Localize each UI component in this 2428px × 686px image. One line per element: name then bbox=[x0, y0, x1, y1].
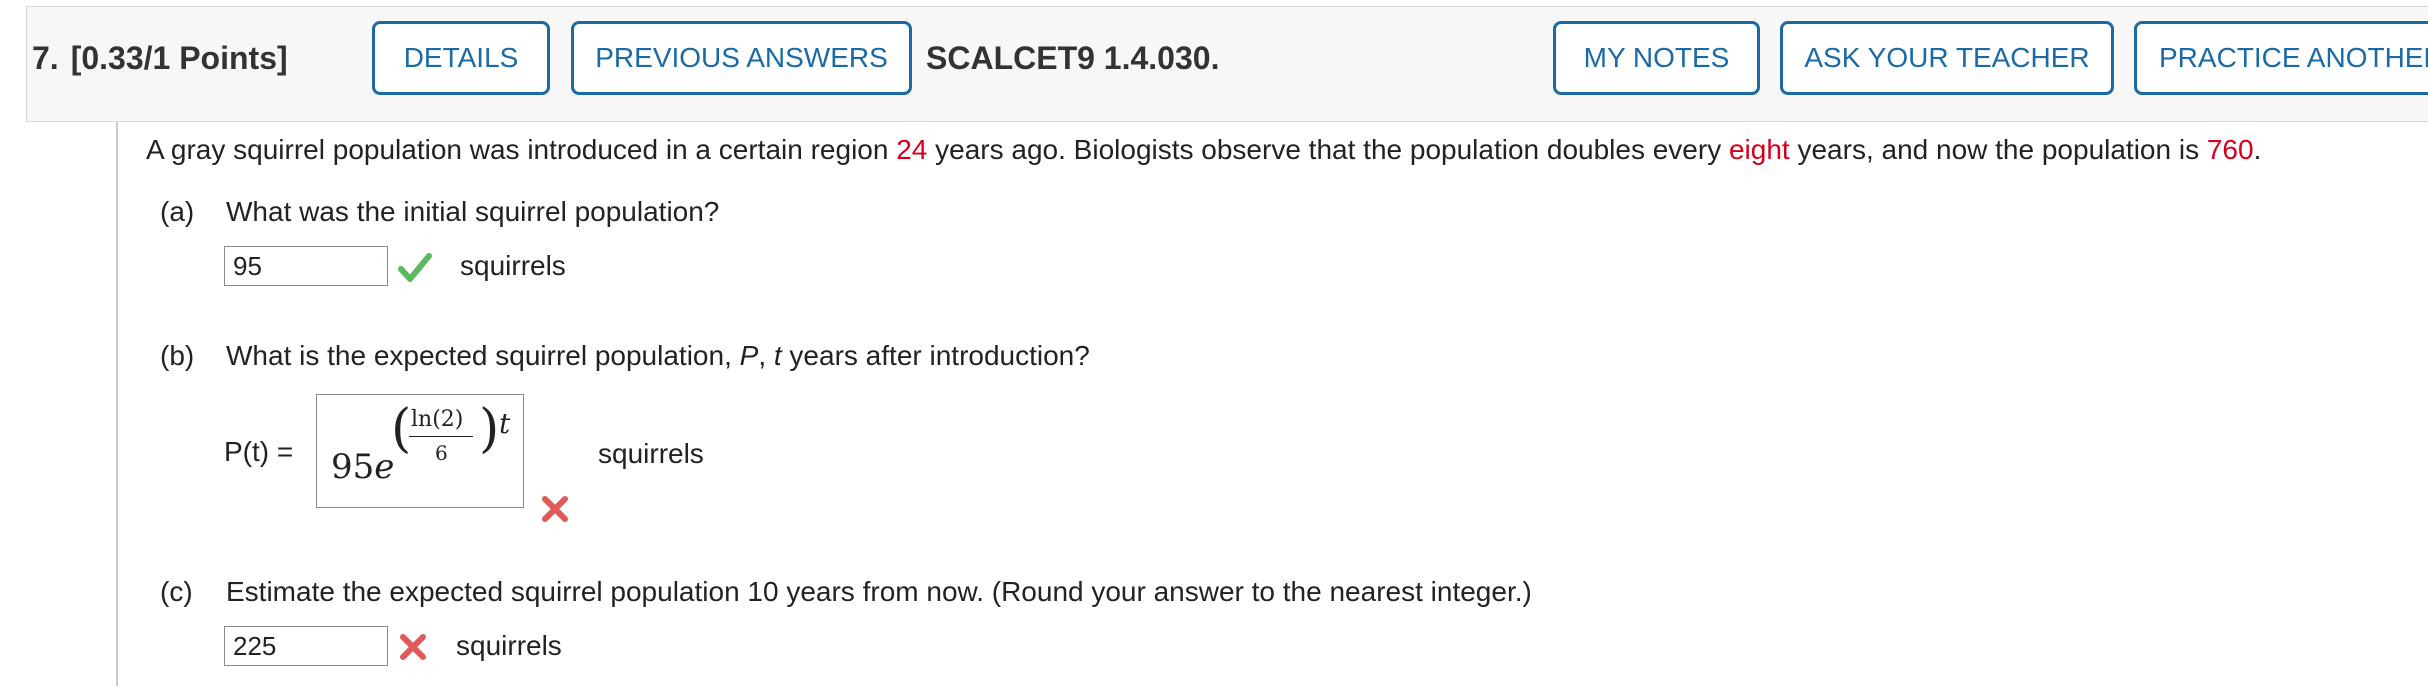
fraction-bar bbox=[409, 436, 473, 437]
var-t: t bbox=[773, 340, 782, 371]
incorrect-x-icon bbox=[542, 496, 568, 522]
var-p: P bbox=[739, 340, 759, 371]
problem-text: years, and now the population is bbox=[1789, 134, 2207, 165]
problem-statement: A gray squirrel population was introduce… bbox=[146, 134, 2261, 166]
exponent-denominator: 6 bbox=[435, 441, 448, 465]
problem-text: years ago. Biologists observe that the p… bbox=[927, 134, 1729, 165]
part-b-text: , bbox=[758, 340, 774, 371]
part-a-text: What was the initial squirrel population… bbox=[226, 196, 720, 227]
left-paren: ( bbox=[391, 399, 412, 459]
function-label: P(t) = bbox=[224, 436, 294, 467]
incorrect-x-icon bbox=[400, 634, 426, 660]
part-c-answer-input[interactable]: 225 bbox=[224, 626, 388, 666]
current-population-value: 760 bbox=[2206, 134, 2254, 165]
my-notes-button[interactable]: MY NOTES bbox=[1553, 21, 1760, 95]
part-b-text: What is the expected squirrel population… bbox=[226, 340, 740, 371]
right-paren: ) bbox=[479, 399, 500, 459]
part-c-unit: squirrels bbox=[456, 630, 562, 661]
problem-text: A gray squirrel population was introduce… bbox=[146, 134, 897, 165]
part-c-question: (c) Estimate the expected squirrel popula… bbox=[160, 576, 1532, 608]
part-a-letter: (a) bbox=[160, 196, 195, 227]
math-coefficient: 95e bbox=[331, 447, 394, 487]
part-c-letter: (c) bbox=[160, 576, 193, 607]
practice-another-button[interactable]: PRACTICE ANOTHER bbox=[2134, 21, 2428, 95]
exponent-variable: t bbox=[499, 407, 511, 440]
exponent-numerator: ln(2) bbox=[411, 407, 464, 432]
correct-check-icon bbox=[398, 253, 432, 282]
doubling-period-value: eight bbox=[1728, 134, 1790, 165]
points-score: [0.33/1 Points] bbox=[70, 40, 288, 76]
ask-your-teacher-button[interactable]: ASK YOUR TEACHER bbox=[1780, 21, 2114, 95]
problem-code: SCALCET9 1.4.030. bbox=[926, 40, 1220, 76]
part-b-letter: (b) bbox=[160, 340, 195, 371]
years-ago-value: 24 bbox=[896, 134, 928, 165]
content-left-rule bbox=[116, 122, 118, 686]
problem-text: . bbox=[2253, 134, 2262, 165]
part-c-text: Estimate the expected squirrel populatio… bbox=[226, 576, 1532, 607]
question-number: 7. [0.33/1 Points] bbox=[32, 40, 288, 77]
part-b-question: (b) What is the expected squirrel populat… bbox=[160, 340, 1090, 372]
part-a-unit: squirrels bbox=[460, 250, 566, 281]
coefficient-value: 95 bbox=[331, 447, 375, 487]
part-b-unit: squirrels bbox=[598, 438, 704, 469]
part-b-text: years after introduction? bbox=[781, 340, 1090, 371]
previous-answers-button[interactable]: PREVIOUS ANSWERS bbox=[571, 21, 912, 95]
part-b-answer-input[interactable]: 95e ( ln(2) 6 ) t bbox=[316, 394, 524, 508]
question-number-label: 7. bbox=[32, 40, 59, 76]
part-a-question: (a) What was the initial squirrel populat… bbox=[160, 196, 719, 228]
details-button[interactable]: DETAILS bbox=[372, 21, 550, 95]
part-a-answer-input[interactable]: 95 bbox=[224, 246, 388, 286]
